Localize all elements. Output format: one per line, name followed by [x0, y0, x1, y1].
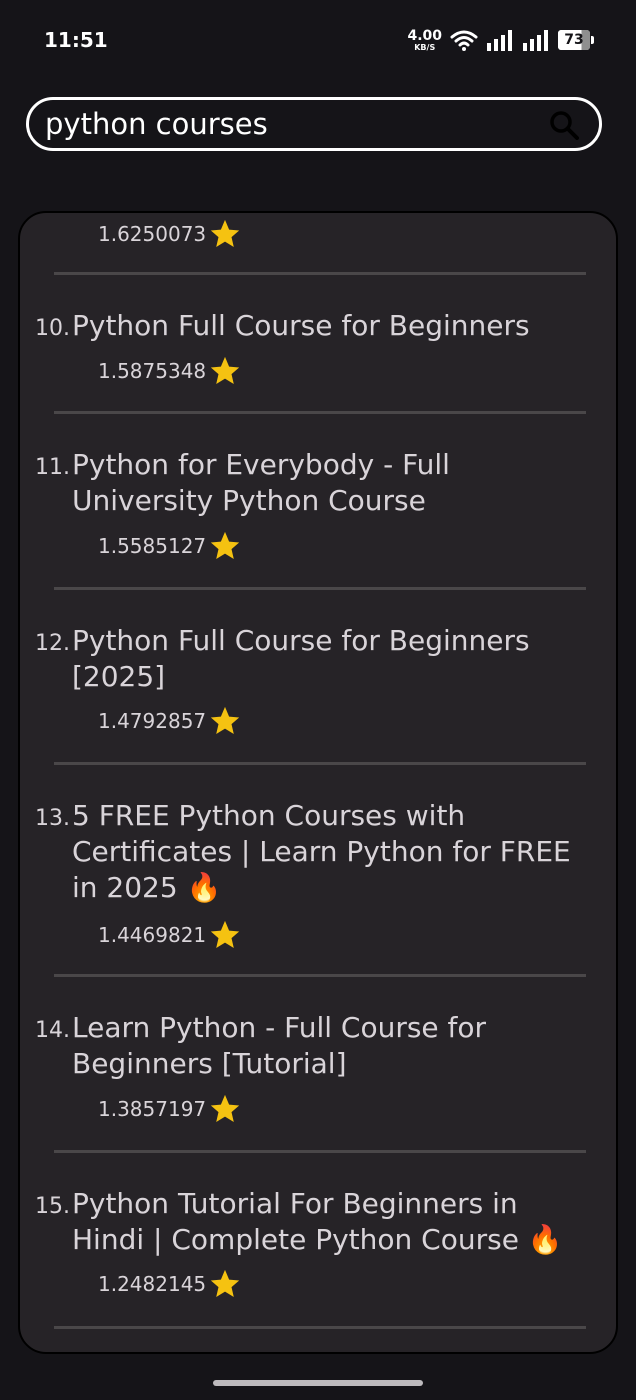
result-title: Python Full Course for Beginners [2025] [72, 624, 530, 693]
result-title: Learn Python - Full Course for Beginners… [72, 1011, 487, 1080]
result-score: 1.3857197 [98, 1092, 242, 1126]
status-bar: 11:51 4.00 KB/S 73 [0, 0, 636, 80]
result-index: 15. [35, 1194, 70, 1219]
result-title: 5 FREE Python Courses with Certificates … [72, 799, 571, 904]
star-icon [210, 531, 240, 560]
battery-level: 73 [558, 30, 590, 50]
score-value: 1.5585127 [98, 534, 207, 558]
score-value: 1.3857197 [98, 1097, 207, 1121]
star-icon [210, 219, 240, 248]
list-item[interactable]: 1.6250073 [20, 213, 616, 277]
star-icon [210, 1269, 240, 1298]
net-speed-unit: KB/S [414, 42, 436, 52]
list-item[interactable]: 13. 5 FREE Python Courses with Certifica… [20, 765, 616, 975]
list-item[interactable]: 15. Python Tutorial For Beginners in Hin… [20, 1153, 616, 1327]
result-score: 1.6250073 [98, 217, 242, 251]
signal-icon [523, 30, 548, 51]
result-title: Python Tutorial For Beginners in Hindi |… [72, 1187, 563, 1256]
score-value: 1.6250073 [98, 222, 207, 246]
star-icon [210, 706, 240, 735]
result-score: 1.2482145 [98, 1267, 242, 1301]
result-title: Python Full Course for Beginners [72, 309, 530, 342]
signal-icon [487, 30, 512, 51]
search-bar [26, 97, 602, 151]
home-indicator[interactable] [213, 1380, 423, 1386]
score-value: 1.2482145 [98, 1272, 207, 1296]
search-icon[interactable] [549, 110, 579, 140]
list-item[interactable]: 11. Python for Everybody - Full Universi… [20, 414, 616, 588]
divider [54, 1326, 586, 1329]
result-index: 12. [35, 631, 70, 656]
list-item[interactable]: 12. Python Full Course for Beginners [20… [20, 590, 616, 764]
star-icon [210, 356, 240, 385]
result-index: 11. [35, 455, 70, 480]
result-score: 1.4469821 [98, 918, 242, 952]
net-speed-value: 4.00 [407, 27, 442, 44]
result-score: 1.5875348 [98, 354, 242, 388]
result-title: Python for Everybody - Full University P… [72, 448, 450, 517]
wifi-icon [450, 30, 478, 51]
results-list[interactable]: 1.6250073 10. Python Full Course for Beg… [20, 213, 616, 1352]
list-item[interactable]: 14. Learn Python - Full Course for Begin… [20, 977, 616, 1151]
score-value: 1.4792857 [98, 709, 207, 733]
result-index: 10. [35, 316, 70, 341]
net-speed: 4.00 KB/S [407, 29, 442, 52]
battery-icon: 73 [558, 30, 594, 50]
status-time: 11:51 [44, 28, 108, 52]
score-value: 1.4469821 [98, 923, 207, 947]
score-value: 1.5875348 [98, 359, 207, 383]
result-index: 13. [35, 806, 70, 831]
list-item[interactable]: 10. Python Full Course for Beginners 1.5… [20, 277, 616, 413]
results-card: 1.6250073 10. Python Full Course for Beg… [18, 211, 618, 1354]
divider [54, 272, 586, 275]
result-index: 14. [35, 1018, 70, 1043]
search-input[interactable] [45, 100, 525, 148]
status-icons: 4.00 KB/S 73 [407, 26, 594, 54]
result-score: 1.5585127 [98, 529, 242, 563]
result-score: 1.4792857 [98, 704, 242, 738]
star-icon [210, 1094, 240, 1123]
star-icon [210, 920, 240, 949]
